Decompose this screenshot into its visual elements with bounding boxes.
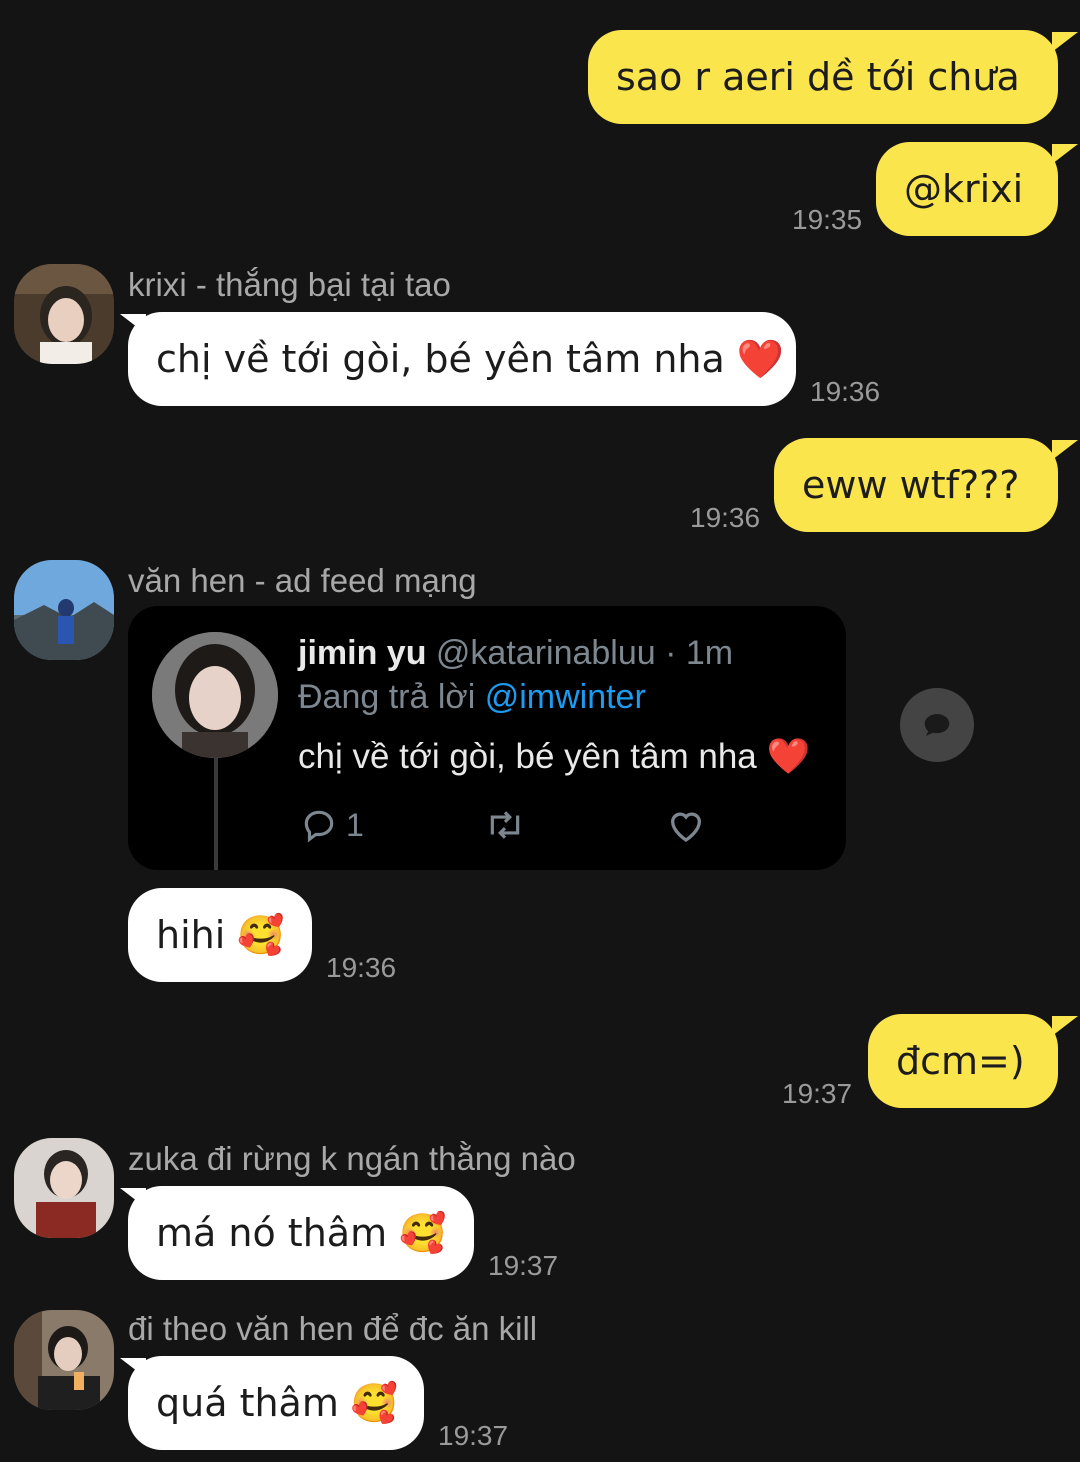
avatar-zuka[interactable] xyxy=(14,1138,114,1238)
bubble-tail xyxy=(1052,144,1078,164)
thread-line xyxy=(214,756,218,870)
tweet-like-action xyxy=(666,806,706,844)
sender-name: đi theo văn hen để đc ăn kill xyxy=(128,1310,538,1347)
message-text: má nó thâm xyxy=(156,1211,388,1255)
my-message-bubble[interactable]: sao r aeri dề tới chưa xyxy=(588,30,1058,124)
tweet-handle: @katarinabluu · 1m xyxy=(435,634,734,672)
sender-name: zuka đi rừng k ngán thằng nào xyxy=(128,1140,576,1177)
tweet-avatar xyxy=(152,632,278,758)
tweet-actions: 1 xyxy=(300,806,706,844)
message-text: sao r aeri dề tới chưa xyxy=(616,55,1020,99)
message-timestamp: 19:35 xyxy=(792,204,863,235)
bubble-tail xyxy=(120,1188,146,1208)
smiling-hearts-emoji-icon: 🥰 xyxy=(237,913,285,957)
heart-emoji-icon: ❤️ xyxy=(736,337,785,381)
reply-prefix: Đang trả lời xyxy=(298,678,485,716)
message-text: hihi xyxy=(156,913,226,957)
tweet-reply-action: 1 xyxy=(300,806,364,844)
message-timestamp: 19:37 xyxy=(438,1420,509,1451)
message-text: @krixi xyxy=(904,167,1024,211)
reply-count: 1 xyxy=(346,806,364,843)
message-timestamp: 19:36 xyxy=(690,502,761,533)
share-bubble-icon[interactable] xyxy=(900,688,974,762)
avatar-krixi[interactable] xyxy=(14,264,114,364)
message-text: quá thâm xyxy=(156,1381,339,1425)
avatar-photo xyxy=(14,264,114,364)
message-timestamp: 19:37 xyxy=(488,1250,559,1281)
tweet-name: jimin yu xyxy=(298,634,427,672)
message-timestamp: 19:37 xyxy=(782,1078,853,1109)
message-timestamp: 19:36 xyxy=(810,376,881,407)
my-message-bubble[interactable]: eww wtf??? xyxy=(774,438,1058,532)
retweet-icon xyxy=(490,811,520,839)
tweet-retweet-action xyxy=(484,806,526,844)
my-message-bubble[interactable]: đcm=) xyxy=(868,1014,1058,1108)
chat-bubble-icon xyxy=(924,714,950,736)
sender-name: krixi - thắng bại tại tao xyxy=(128,266,451,303)
tweet-author-name: jimin yu @katarinabluu · 1m xyxy=(298,634,733,673)
their-message-bubble[interactable]: hihi 🥰 xyxy=(128,888,312,982)
my-message-bubble[interactable]: @krixi xyxy=(876,142,1058,236)
reply-mention: @imwinter xyxy=(484,678,646,716)
message-timestamp: 19:36 xyxy=(326,952,397,983)
reply-icon xyxy=(304,810,334,843)
avatar-photo xyxy=(14,1138,114,1238)
their-message-bubble[interactable]: chị về tới gòi, bé yên tâm nha ❤️ xyxy=(128,312,796,406)
bubble-tail xyxy=(1052,32,1078,52)
smiling-hearts-emoji-icon: 🥰 xyxy=(350,1381,399,1425)
avatar-sender-4[interactable] xyxy=(14,1310,114,1410)
avatar-photo xyxy=(14,560,114,660)
shared-tweet-image[interactable]: jimin yu @katarinabluu · 1m Đang trả lời… xyxy=(128,606,846,870)
smiling-hearts-emoji-icon: 🥰 xyxy=(399,1211,447,1255)
message-text: đcm=) xyxy=(896,1039,1025,1083)
bubble-tail xyxy=(120,1358,146,1378)
heart-icon xyxy=(670,812,701,842)
sender-name: văn hen - ad feed mạng xyxy=(128,562,477,599)
bubble-tail xyxy=(1052,1016,1078,1036)
message-text: chị về tới gòi, bé yên tâm nha xyxy=(156,337,725,381)
tweet-reply-line: Đang trả lời @imwinter xyxy=(298,678,646,717)
bubble-tail xyxy=(1052,440,1078,460)
avatar-photo xyxy=(14,1310,114,1410)
bubble-tail xyxy=(120,314,146,334)
their-message-bubble[interactable]: má nó thâm 🥰 xyxy=(128,1186,474,1280)
message-text: eww wtf??? xyxy=(802,463,1020,507)
avatar-van-hen[interactable] xyxy=(14,560,114,660)
tweet-body: chị về tới gòi, bé yên tâm nha ❤️ xyxy=(298,737,811,776)
their-message-bubble[interactable]: quá thâm 🥰 xyxy=(128,1356,424,1450)
